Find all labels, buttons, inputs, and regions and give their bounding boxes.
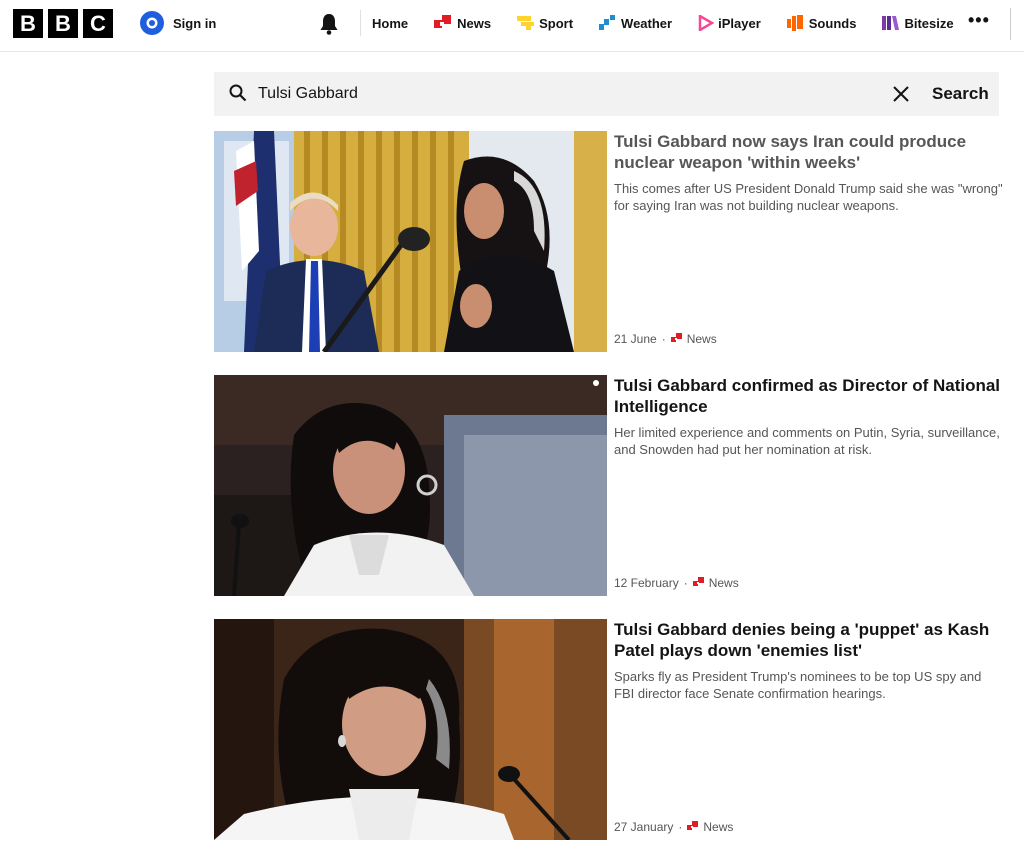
top-navigation-bar: B B C Sign in Home News Sport Weather iP…: [0, 0, 1024, 52]
result-thumbnail[interactable]: [214, 375, 607, 596]
result-image-3: [214, 619, 607, 840]
result-meta: 21 June · News: [614, 332, 717, 346]
result-meta: 27 January · News: [614, 820, 733, 834]
nav-news-label: News: [457, 15, 492, 31]
logo-letter-c: C: [83, 9, 113, 38]
result-headline[interactable]: Tulsi Gabbard confirmed as Director of N…: [614, 375, 1004, 417]
result-thumbnail[interactable]: [214, 619, 607, 840]
nav-iplayer[interactable]: iPlayer: [698, 15, 761, 31]
result-image-1: [214, 131, 607, 352]
nav-bitesize-label: Bitesize: [904, 15, 954, 31]
nav-sport-label: Sport: [539, 15, 574, 31]
edge-divider: [1010, 8, 1011, 40]
nav-sounds-label: Sounds: [808, 15, 857, 31]
search-result[interactable]: Tulsi Gabbard denies being a 'puppet' as…: [214, 619, 1004, 841]
nav-divider: [360, 10, 361, 36]
sounds-icon: [786, 15, 803, 31]
logo-letter-b1: B: [13, 9, 43, 38]
result-date: 21 June: [614, 332, 657, 346]
result-headline[interactable]: Tulsi Gabbard denies being a 'puppet' as…: [614, 619, 1004, 661]
nav-weather[interactable]: Weather: [599, 15, 672, 31]
nav-sport[interactable]: Sport: [517, 15, 573, 31]
result-summary: This comes after US President Donald Tru…: [614, 181, 1003, 213]
news-section-icon: [692, 577, 704, 586]
iplayer-icon: [698, 15, 715, 31]
result-section[interactable]: News: [703, 820, 733, 834]
search-result[interactable]: Tulsi Gabbard confirmed as Director of N…: [214, 375, 1004, 597]
nav-news[interactable]: News: [434, 15, 491, 31]
result-info: Tulsi Gabbard now says Iran could produc…: [614, 131, 1004, 353]
result-meta: 12 February · News: [614, 576, 739, 590]
bbc-logo[interactable]: B B C: [13, 9, 113, 38]
search-icon: [229, 84, 247, 102]
notifications-bell-icon[interactable]: [318, 12, 340, 36]
meta-separator: ·: [683, 576, 688, 590]
search-bar: Search: [214, 72, 999, 116]
account-icon: [140, 11, 164, 35]
news-icon: [434, 15, 452, 28]
main-navigation: Home News Sport Weather iPlayer Sounds B…: [372, 0, 980, 46]
sport-icon: [517, 16, 535, 30]
result-summary: Her limited experience and comments on P…: [614, 425, 1000, 457]
weather-icon: [599, 15, 616, 30]
search-result[interactable]: Tulsi Gabbard now says Iran could produc…: [214, 131, 1004, 353]
result-date: 27 January: [614, 820, 674, 834]
nav-bitesize[interactable]: Bitesize: [882, 15, 954, 31]
result-section[interactable]: News: [709, 576, 739, 590]
sign-in-label: Sign in: [173, 15, 217, 31]
result-image-2: [214, 375, 607, 596]
news-section-icon: [670, 333, 682, 342]
meta-separator: ·: [678, 820, 683, 834]
nav-home-label: Home: [372, 15, 409, 31]
result-headline[interactable]: Tulsi Gabbard now says Iran could produc…: [614, 131, 1004, 173]
result-info: Tulsi Gabbard confirmed as Director of N…: [614, 375, 1004, 597]
bitesize-icon: [882, 16, 900, 30]
meta-separator: ·: [661, 332, 666, 346]
result-section[interactable]: News: [687, 332, 717, 346]
nav-weather-label: Weather: [621, 15, 673, 31]
logo-letter-b2: B: [48, 9, 78, 38]
nav-sounds[interactable]: Sounds: [786, 15, 857, 31]
result-info: Tulsi Gabbard denies being a 'puppet' as…: [614, 619, 1004, 841]
news-section-icon: [687, 821, 699, 830]
clear-search-icon[interactable]: [890, 83, 912, 105]
result-summary: Sparks fly as President Trump's nominees…: [614, 669, 982, 701]
result-date: 12 February: [614, 576, 679, 590]
nav-iplayer-label: iPlayer: [718, 15, 761, 31]
more-menu-button[interactable]: •••: [968, 10, 990, 31]
sign-in-button[interactable]: Sign in: [139, 10, 216, 36]
search-button[interactable]: Search: [932, 72, 999, 116]
search-input[interactable]: [258, 80, 858, 108]
result-thumbnail[interactable]: [214, 131, 607, 352]
nav-home[interactable]: Home: [372, 16, 408, 31]
